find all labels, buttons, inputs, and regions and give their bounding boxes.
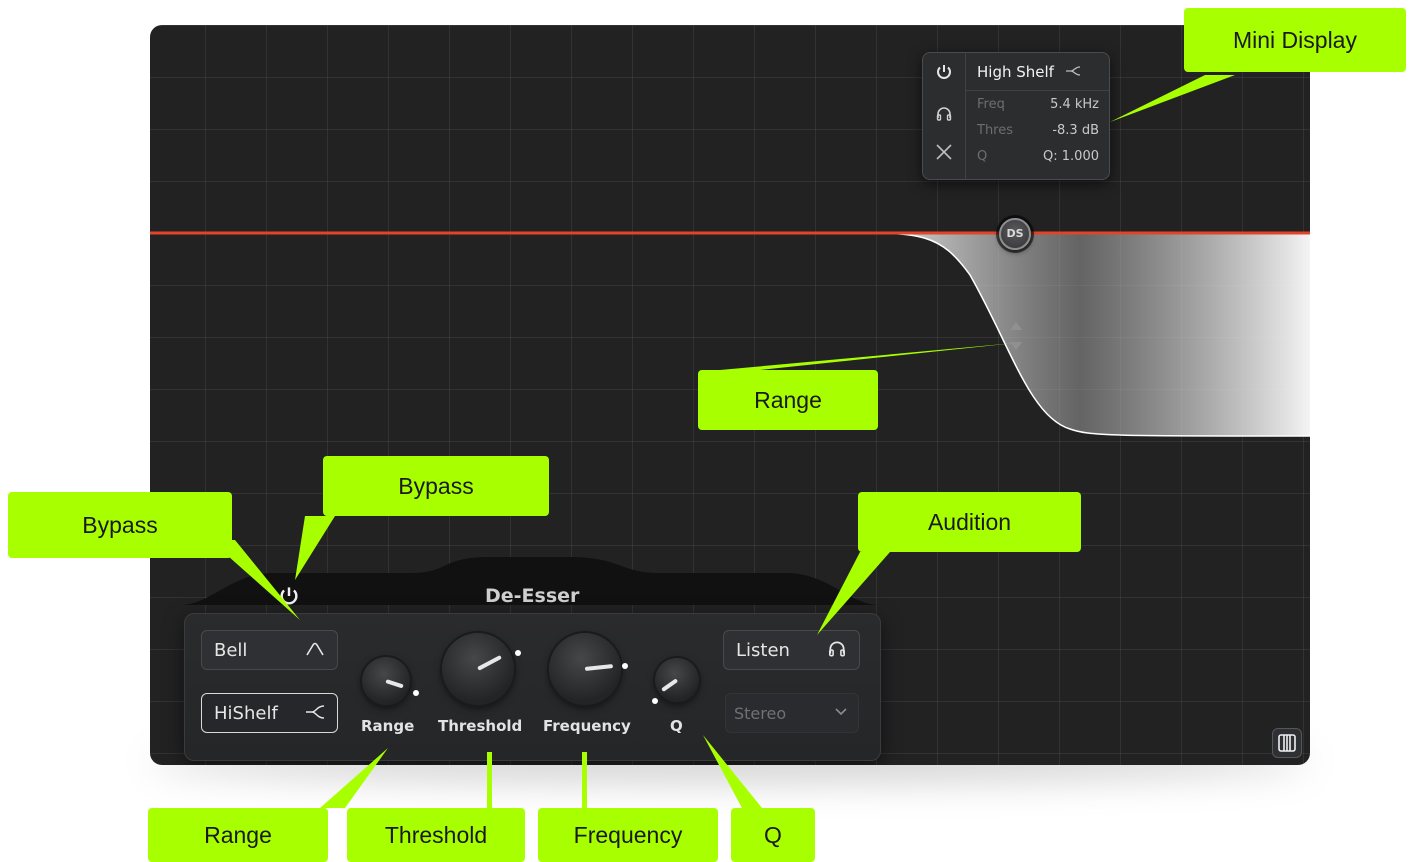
callout-q: Q [731,808,815,862]
callout-range: Range [148,808,328,862]
callout-frequency: Frequency [538,808,718,862]
callout-audition: Audition [858,492,1081,552]
callout-bypass-left: Bypass [8,492,232,558]
callout-mini-display: Mini Display [1184,8,1406,72]
callout-bypass-top: Bypass [323,456,549,516]
callout-range-handle: Range [698,370,878,430]
callout-leaders [210,75,1235,808]
callout-threshold: Threshold [347,808,525,862]
